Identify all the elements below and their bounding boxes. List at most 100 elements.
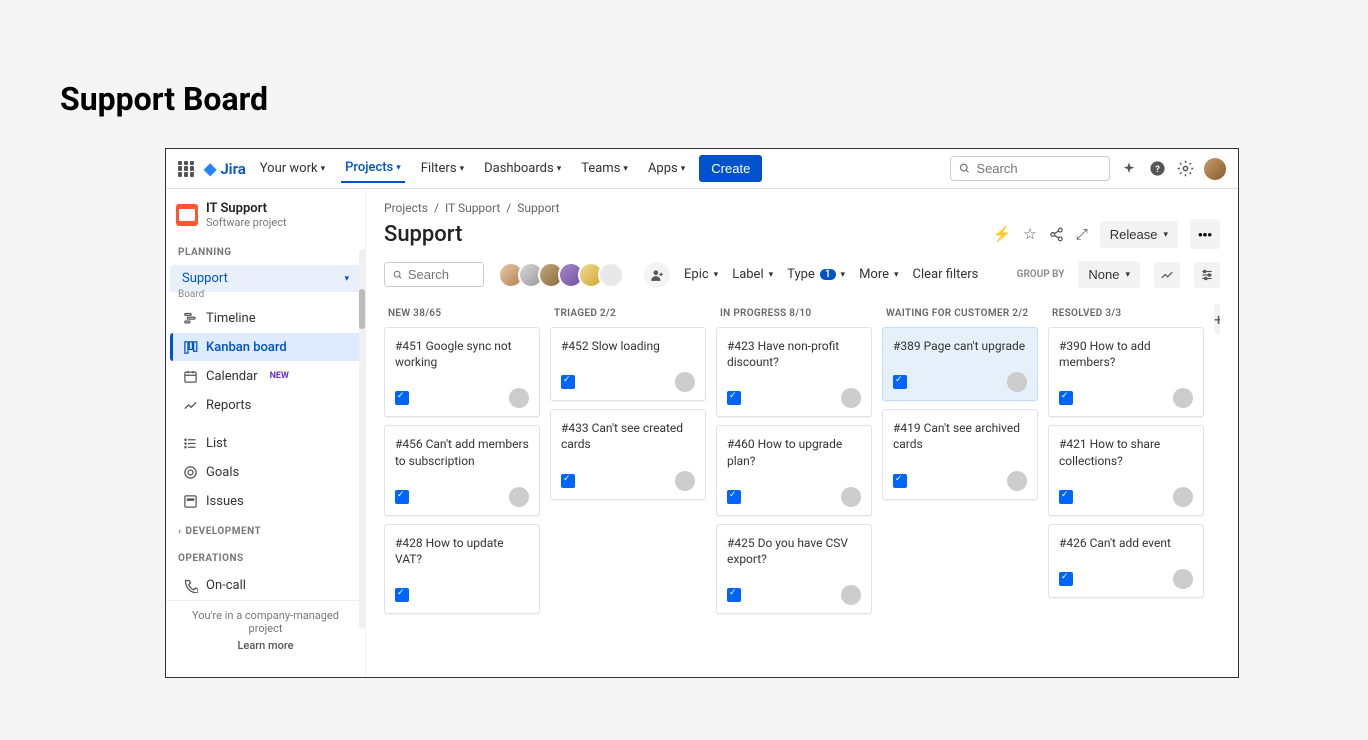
add-person-button[interactable] [644, 262, 670, 288]
nav-item-teams[interactable]: Teams▾ [577, 155, 632, 182]
sidebar-item-issues[interactable]: Issues [170, 487, 361, 515]
sidebar-scrollbar[interactable] [359, 249, 365, 629]
sidebar-item-goals[interactable]: Goals [170, 458, 361, 486]
assignee-avatar[interactable] [1173, 569, 1193, 589]
nav-item-apps[interactable]: Apps▾ [644, 155, 689, 182]
global-search[interactable] [950, 156, 1110, 181]
task-type-icon [893, 375, 907, 389]
sidebar-footer: You're in a company-managed project Lear… [166, 600, 365, 660]
help-icon[interactable]: ? [1148, 160, 1166, 178]
assignee-avatar[interactable] [1173, 487, 1193, 507]
settings-icon[interactable] [1176, 160, 1194, 178]
task-type-icon [561, 375, 575, 389]
card-title: #389 Page can't upgrade [893, 338, 1027, 354]
share-icon[interactable] [1049, 227, 1064, 242]
nav-item-your-work[interactable]: Your work▾ [256, 155, 329, 182]
breadcrumb-item[interactable]: Support [517, 201, 559, 215]
board-card[interactable]: #389 Page can't upgrade [882, 327, 1038, 401]
card-title: #425 Do you have CSV export? [727, 535, 861, 567]
member-avatar[interactable] [598, 262, 624, 288]
global-search-input[interactable] [976, 161, 1101, 176]
project-header[interactable]: IT Support Software project [166, 189, 365, 237]
filter-type[interactable]: Type1▾ [787, 267, 845, 282]
board-card[interactable]: #423 Have non-profit discount? [716, 327, 872, 417]
fullscreen-icon[interactable]: ⤢ [1076, 225, 1088, 243]
assignee-avatar[interactable] [675, 372, 695, 392]
release-button[interactable]: Release▾ [1100, 221, 1178, 248]
issues-icon [182, 493, 198, 509]
board-card[interactable]: #421 How to share collections? [1048, 425, 1204, 515]
learn-more-link[interactable]: Learn more [176, 639, 355, 652]
sidebar-item-reports[interactable]: Reports [170, 391, 361, 419]
avatar-stack[interactable] [498, 262, 624, 288]
filter-label[interactable]: Label▾ [732, 267, 773, 282]
sidebar-item-oncall[interactable]: On-call [170, 571, 361, 599]
board-column: TRIAGED 2/2#452 Slow loading #433 Can't s… [550, 302, 706, 508]
board-card[interactable]: #390 How to add members? [1048, 327, 1204, 417]
view-settings-icon[interactable] [1194, 262, 1220, 288]
breadcrumb-item[interactable]: IT Support [445, 201, 500, 215]
assignee-avatar[interactable] [1007, 372, 1027, 392]
sidebar-item-kanban[interactable]: Kanban board [170, 333, 361, 361]
assignee-avatar[interactable] [841, 585, 861, 605]
board-card[interactable]: #425 Do you have CSV export? [716, 524, 872, 614]
sidebar-item-support-board[interactable]: Support ▾ [170, 265, 361, 292]
calendar-icon [182, 368, 198, 384]
create-button[interactable]: Create [699, 155, 762, 182]
new-badge: NEW [270, 371, 289, 381]
add-column-button[interactable]: + [1214, 304, 1220, 334]
board-card[interactable]: #456 Can't add members to subscription [384, 425, 540, 515]
board-card[interactable]: #426 Can't add event [1048, 524, 1204, 598]
board-search[interactable] [384, 262, 484, 287]
search-icon [959, 162, 970, 175]
board-card[interactable]: #452 Slow loading [550, 327, 706, 401]
board-card[interactable]: #460 How to upgrade plan? [716, 425, 872, 515]
board-column: WAITING FOR CUSTOMER 2/2#389 Page can't … [882, 302, 1038, 508]
sidebar-item-timeline[interactable]: Timeline [170, 304, 361, 332]
breadcrumb-item[interactable]: Projects [384, 201, 428, 215]
nav-item-filters[interactable]: Filters▾ [417, 155, 468, 182]
assignee-avatar[interactable] [841, 388, 861, 408]
jira-logo[interactable]: ◆ Jira [204, 159, 246, 178]
jira-mark-icon: ◆ [204, 159, 216, 178]
assignee-avatar[interactable] [509, 388, 529, 408]
board-column: RESOLVED 3/3#390 How to add members?#421… [1048, 302, 1204, 606]
automation-icon[interactable]: ⚡ [993, 225, 1012, 243]
column-header: TRIAGED 2/2 [550, 302, 706, 327]
nav-item-dashboards[interactable]: Dashboards▾ [480, 155, 565, 182]
app-switcher-icon[interactable] [178, 161, 194, 177]
group-by-dropdown[interactable]: None▾ [1078, 261, 1140, 288]
assignee-avatar[interactable] [841, 487, 861, 507]
board-card[interactable]: #433 Can't see created cards [550, 409, 706, 499]
card-title: #428 How to update VAT? [395, 535, 529, 567]
insights-icon[interactable] [1154, 262, 1180, 288]
filter-epic[interactable]: Epic▾ [684, 267, 718, 282]
more-actions-button[interactable]: ••• [1190, 219, 1220, 249]
board-card[interactable]: #419 Can't see archived cards [882, 409, 1038, 499]
assignee-avatar[interactable] [1173, 388, 1193, 408]
filter-more[interactable]: More▾ [859, 267, 898, 282]
board-card[interactable]: #428 How to update VAT? [384, 524, 540, 614]
assignee-avatar[interactable] [509, 487, 529, 507]
star-icon[interactable]: ☆ [1023, 225, 1036, 243]
assignee-avatar[interactable] [1007, 471, 1027, 491]
sidebar-item-list[interactable]: List [170, 429, 361, 457]
reports-icon [182, 397, 198, 413]
sidebar-item-calendar[interactable]: Calendar NEW [170, 362, 361, 390]
task-type-icon [395, 391, 409, 405]
section-development[interactable]: ›DEVELOPMENT [166, 516, 365, 543]
breadcrumbs: Projects/ IT Support/ Support [384, 201, 1220, 215]
nav-item-projects[interactable]: Projects▾ [341, 154, 405, 183]
sidebar-board-sublabel: Board [166, 289, 365, 300]
board-card[interactable]: #451 Google sync not working [384, 327, 540, 417]
card-title: #460 How to upgrade plan? [727, 436, 861, 468]
clear-filters-link[interactable]: Clear filters [913, 267, 979, 282]
user-avatar[interactable] [1204, 158, 1226, 180]
board-search-input[interactable] [408, 267, 475, 282]
column-header: NEW 38/65 [384, 302, 540, 327]
section-operations: OPERATIONS [166, 543, 365, 570]
card-title: #423 Have non-profit discount? [727, 338, 861, 370]
notifications-icon[interactable] [1120, 160, 1138, 178]
assignee-avatar[interactable] [675, 471, 695, 491]
card-title: #419 Can't see archived cards [893, 420, 1027, 452]
